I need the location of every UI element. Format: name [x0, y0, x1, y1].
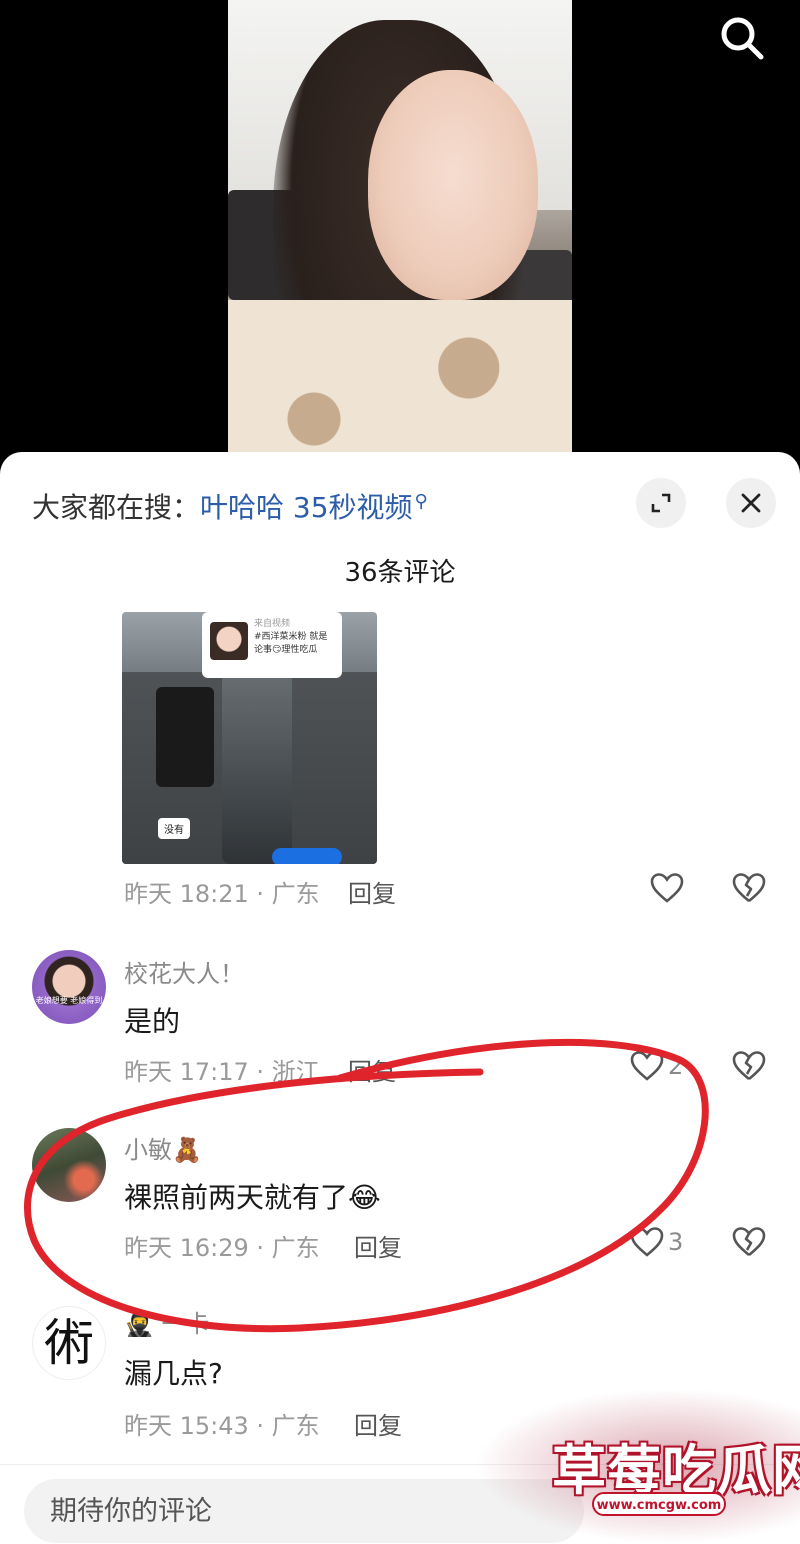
video-person-face: [368, 70, 538, 300]
video-player[interactable]: [0, 0, 800, 470]
image-card-source: 来自视频: [254, 619, 291, 629]
avatar[interactable]: [32, 1128, 106, 1202]
image-card-text: #西洋菜米粉 就是论事😏理性吃瓜: [254, 632, 328, 655]
hot-search-prefix: 大家都在搜：: [32, 491, 201, 524]
comment-username[interactable]: 小敏🧸: [124, 1130, 202, 1165]
heart-icon: [650, 873, 684, 903]
search-icon[interactable]: [718, 14, 766, 62]
image-chip: 没有: [158, 818, 190, 839]
close-icon: [741, 493, 761, 513]
close-button[interactable]: [726, 478, 776, 528]
heart-icon: [630, 1227, 664, 1257]
image-phone: [156, 687, 214, 787]
comment-text: 裸照前两天就有了😂: [124, 1181, 381, 1214]
reply-button[interactable]: 回复: [348, 874, 396, 909]
reply-button[interactable]: 回复: [348, 1052, 396, 1087]
comment-image[interactable]: 来自视频 #西洋菜米粉 就是论事😏理性吃瓜 没有: [122, 612, 377, 864]
heart-icon: [630, 1051, 664, 1081]
watermark-url: www.cmcgw.com: [592, 1492, 726, 1516]
comment-sheet: 大家都在搜：叶哈哈 35秒视频 ⚲ 36条评论 来自视频 #西洋菜米粉 就是论事😏…: [0, 452, 800, 1544]
dislike-icon[interactable]: [732, 1226, 766, 1258]
reply-button[interactable]: 回复: [354, 1228, 402, 1263]
image-quote-card: 来自视频 #西洋菜米粉 就是论事😏理性吃瓜: [202, 612, 342, 678]
like-count: 3: [668, 1228, 684, 1256]
avatar[interactable]: 術: [32, 1306, 106, 1380]
avatar-glyph: 術: [44, 1314, 94, 1372]
video-frame[interactable]: [228, 0, 572, 470]
comment-text: 漏几点?: [124, 1357, 223, 1390]
like-count: 2: [668, 1052, 684, 1080]
video-person-shirt: [228, 300, 572, 470]
expand-button[interactable]: [636, 478, 686, 528]
like-button[interactable]: 2: [630, 1050, 683, 1082]
comment-text: 是的: [124, 1005, 181, 1038]
dislike-icon[interactable]: [732, 1050, 766, 1082]
comment-meta: 昨天 15:43 · 广东: [124, 1412, 320, 1440]
hot-search-bar[interactable]: 大家都在搜：叶哈哈 35秒视频 ⚲: [32, 486, 428, 526]
like-button[interactable]: [650, 872, 684, 904]
comment-username[interactable]: 🥷 一卡: [124, 1304, 210, 1339]
comment-meta: 昨天 16:29 · 广东: [124, 1234, 320, 1262]
like-button[interactable]: 3: [630, 1226, 683, 1258]
avatar-caption: 老娘想要 老娘得到: [35, 996, 103, 1005]
hot-search-term[interactable]: 叶哈哈 35秒视频: [200, 491, 413, 524]
expand-icon: [651, 493, 671, 513]
image-blue-pill: [272, 848, 342, 864]
image-figure: [222, 652, 292, 864]
comment-meta: 昨天 17:17 · 浙江: [124, 1058, 320, 1086]
search-small-icon: ⚲: [414, 490, 428, 512]
reply-button[interactable]: 回复: [354, 1406, 402, 1441]
avatar[interactable]: 老娘想要 老娘得到: [32, 950, 106, 1024]
image-card-avatar: [210, 622, 248, 660]
dislike-icon[interactable]: [732, 872, 766, 904]
comment-username[interactable]: 校花大人！: [124, 954, 244, 989]
comment-count-title: 36条评论: [344, 558, 456, 588]
comment-meta: 昨天 18:21 · 广东: [124, 880, 320, 908]
